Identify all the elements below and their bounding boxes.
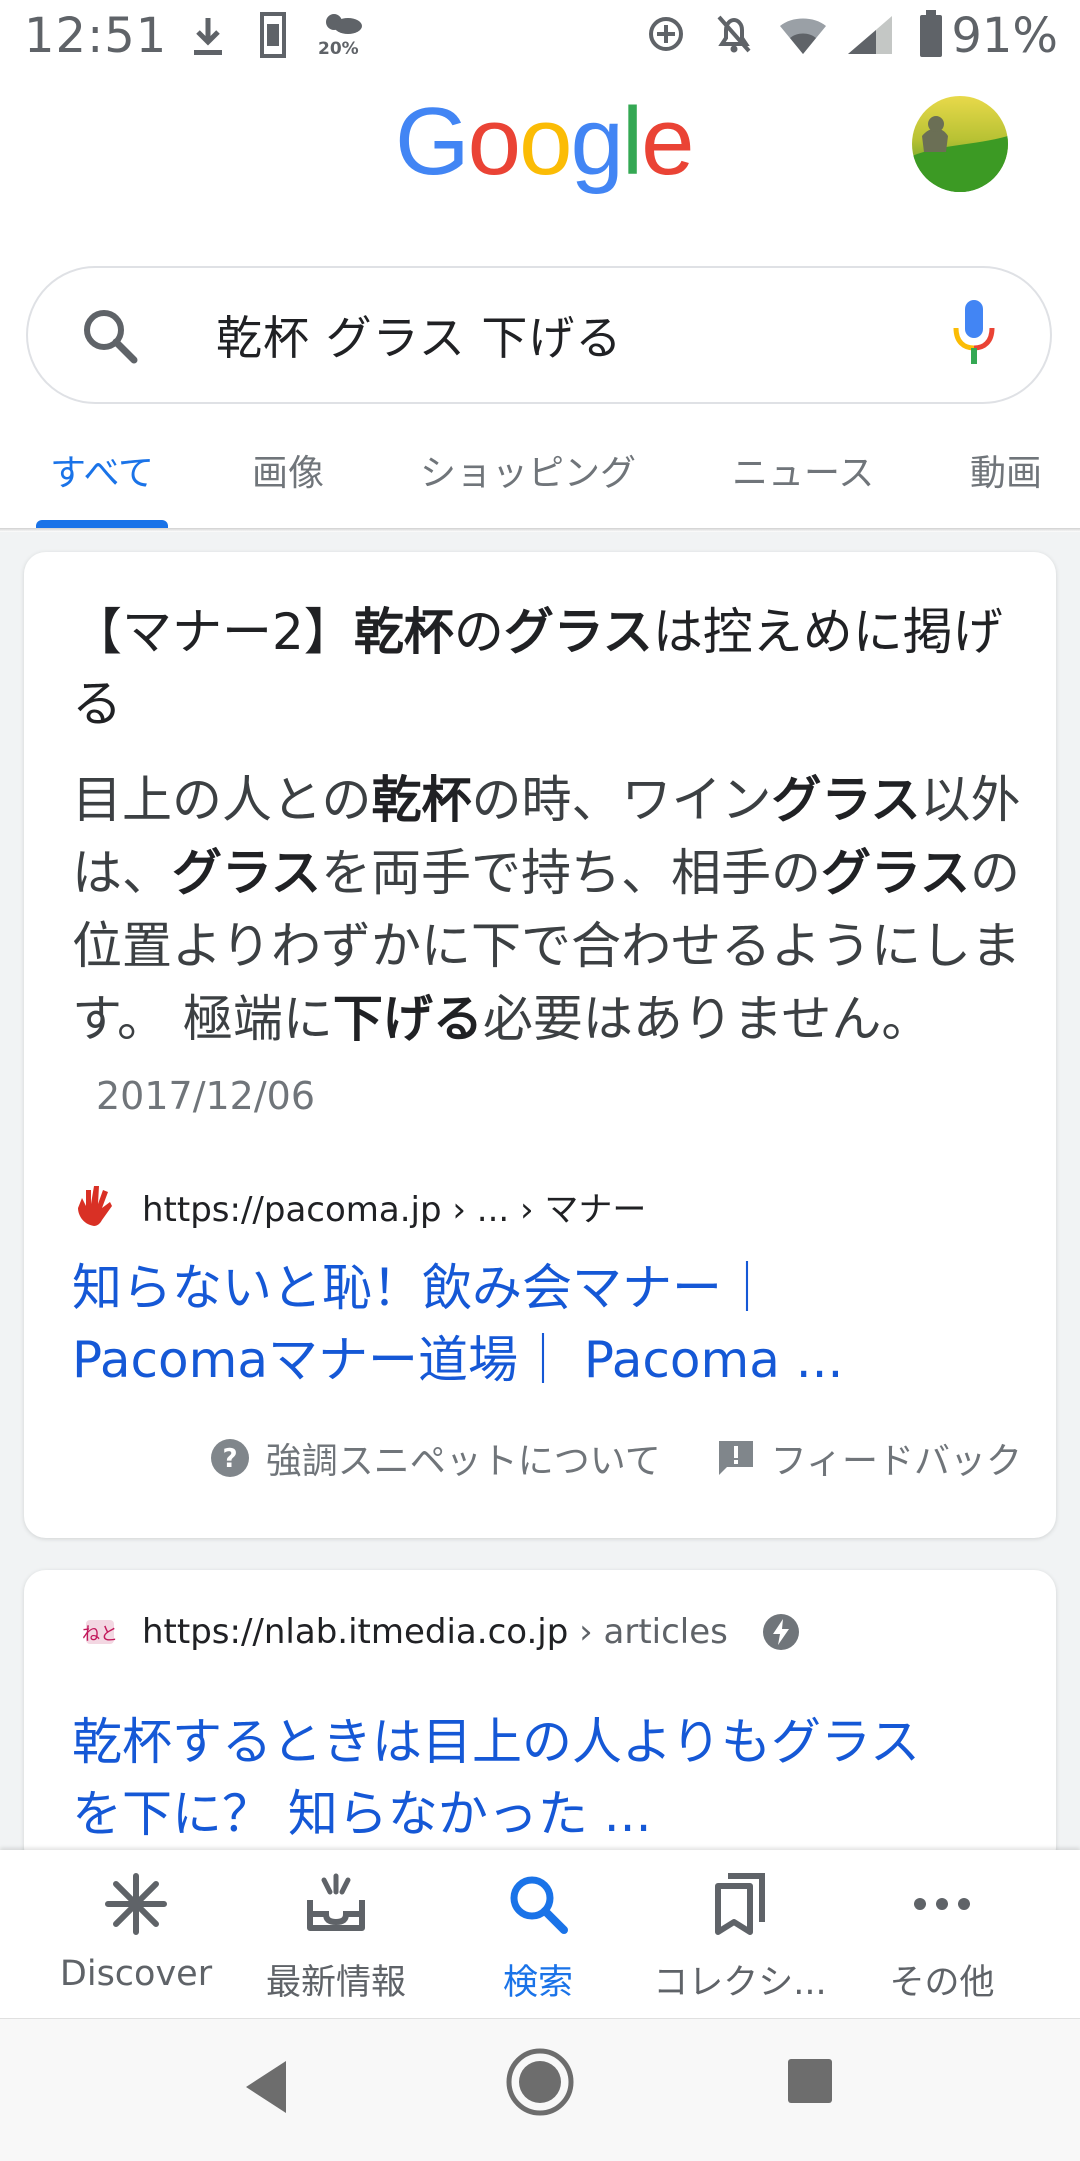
source-domain: https://nlab.itmedia.co.jp <box>142 1612 569 1652</box>
search-result-card: ねと https://nlab.itmedia.co.jp › articles… <box>24 1570 1056 1870</box>
snippet-footer: ? 強調スニペットについて フィードバック <box>154 1432 1022 1484</box>
snippet-highlight: グラス <box>821 844 970 902</box>
sim-card-icon <box>260 12 286 58</box>
avatar[interactable] <box>912 96 1008 192</box>
pacoma-favicon-icon <box>78 1186 112 1226</box>
snippet-highlight: グラス <box>771 771 921 829</box>
asterisk-icon <box>105 1873 167 1935</box>
snippet-highlight: 下げる <box>332 990 483 1048</box>
snippet-text: 目上の人との <box>72 771 372 829</box>
battery-icon <box>920 10 942 57</box>
wifi-icon <box>780 18 826 54</box>
nav-discover[interactable]: Discover <box>36 1850 236 2018</box>
nav-label: その他 <box>889 1963 995 2003</box>
updates-tray-icon <box>307 1873 365 1931</box>
featured-snippet-card: 【マナー2】乾杯のグラスは控えめに掲げる 目上の人との乾杯の時、ワイングラス以外… <box>24 552 1056 1538</box>
nav-search[interactable]: 検索 <box>438 1850 638 2018</box>
snippet-title-text: の <box>453 603 504 661</box>
snippet-highlight: 乾杯 <box>371 771 472 829</box>
snippet-title: 【マナー2】乾杯のグラスは控えめに掲げる <box>72 596 1022 740</box>
weather-label: 20% <box>318 39 359 59</box>
snippet-highlight: グラス <box>172 844 321 902</box>
nav-label: Discover <box>59 1954 213 1994</box>
snippet-title-highlight: グラス <box>503 603 653 661</box>
source-path: › articles <box>568 1612 728 1652</box>
amp-lightning-icon <box>762 1614 799 1650</box>
result-title-line[interactable]: 乾杯するときは目上の人よりもグラス <box>72 1706 1032 1778</box>
snippet-title-highlight: 乾杯 <box>353 603 454 661</box>
result-title-line[interactable]: 知らないと恥！飲み会マナー｜ <box>72 1252 1032 1324</box>
nav-label: コレクシ... <box>653 1963 827 2003</box>
search-icon <box>510 1876 568 1934</box>
tab-shopping[interactable]: ショッピング <box>420 444 636 496</box>
result-title-line[interactable]: を下に？ 知らなかった ... <box>72 1778 1032 1850</box>
result-title-link[interactable]: 乾杯するときは目上の人よりもグラス を下に？ 知らなかった ... <box>72 1706 1032 1850</box>
source-row[interactable]: ねと https://nlab.itmedia.co.jp › articles <box>72 1604 800 1660</box>
svg-text:ねと: ねと <box>82 1624 118 1645</box>
more-icon <box>914 1898 970 1910</box>
back-icon[interactable] <box>240 2055 296 2119</box>
snippet-body: 目上の人との乾杯の時、ワイングラス以外は、グラスを両手で持ち、相手のグラスの位置… <box>72 764 1032 1133</box>
about-snippets-button[interactable]: ? 強調スニペットについて <box>210 1432 661 1484</box>
tab-images[interactable]: 画像 <box>252 444 324 496</box>
battery-percent: 91% <box>951 8 1058 64</box>
search-box[interactable]: 乾杯 グラス 下げる <box>26 266 1052 404</box>
recents-icon[interactable] <box>786 2057 834 2105</box>
svg-text:Google: Google <box>395 92 693 195</box>
tab-all[interactable]: すべて <box>50 444 154 496</box>
download-icon <box>194 18 222 55</box>
help-icon: ? <box>210 1439 249 1477</box>
nav-collections[interactable]: コレクシ... <box>640 1850 840 2018</box>
source-domain: https://pacoma.jp <box>142 1189 442 1230</box>
search-icon[interactable] <box>78 304 142 368</box>
source-path: › ... › マナー <box>441 1189 647 1230</box>
nav-more[interactable]: その他 <box>842 1850 1042 2018</box>
active-tab-indicator <box>36 520 168 528</box>
feedback-icon <box>718 1441 753 1475</box>
nav-updates[interactable]: 最新情報 <box>236 1850 436 2018</box>
signal-icon <box>848 16 892 54</box>
feedback-label: フィードバック <box>770 1441 1022 1482</box>
system-navigation-bar <box>0 2018 1080 2161</box>
result-title-line[interactable]: Pacomaマナー道場｜ Pacoma ... <box>72 1324 1032 1396</box>
svg-text:?: ? <box>222 1444 237 1474</box>
snippet-text: の時、ワイン <box>471 771 772 829</box>
home-icon[interactable] <box>505 2047 575 2117</box>
search-input[interactable]: 乾杯 グラス 下げる <box>216 302 622 368</box>
source-row[interactable]: https://pacoma.jp › ... › マナー <box>72 1178 646 1234</box>
collections-icon <box>715 1873 765 1935</box>
itmedia-favicon-icon: ねと <box>82 1620 118 1645</box>
mic-icon[interactable] <box>950 298 998 374</box>
nav-label: 最新情報 <box>265 1963 406 2003</box>
result-title-link[interactable]: 知らないと恥！飲み会マナー｜ Pacomaマナー道場｜ Pacoma ... <box>72 1252 1032 1396</box>
status-time: 12:51 <box>24 8 168 64</box>
source-url: https://nlab.itmedia.co.jp › articles <box>142 1612 728 1652</box>
feedback-button[interactable]: フィードバック <box>717 1432 1022 1484</box>
notifications-off-icon <box>717 15 751 53</box>
about-snippets-label: 強調スニペットについて <box>265 1441 661 1482</box>
snippet-date: 2017/12/06 <box>96 1074 316 1118</box>
tab-videos[interactable]: 動画 <box>970 444 1042 496</box>
weather-icon: 20% <box>318 10 366 60</box>
tab-news[interactable]: ニュース <box>732 444 874 496</box>
snippet-title-text: 【マナー2】 <box>72 603 354 661</box>
status-bar: 12:51 20% 91% <box>0 0 1080 72</box>
snippet-text: を両手で持ち、相手の <box>321 844 821 902</box>
nav-label: 検索 <box>502 1963 573 2003</box>
snippet-text: 必要はありません。 <box>482 990 932 1048</box>
source-url: https://pacoma.jp › ... › マナー <box>142 1182 646 1231</box>
google-logo[interactable]: Google <box>395 92 695 202</box>
search-tabs: すべて 画像 ショッピング ニュース 動画 <box>0 430 1080 530</box>
bottom-navigation: Discover 最新情報 検索 コレクシ... その他 <box>0 1850 1080 2018</box>
data-saver-icon <box>649 17 683 51</box>
